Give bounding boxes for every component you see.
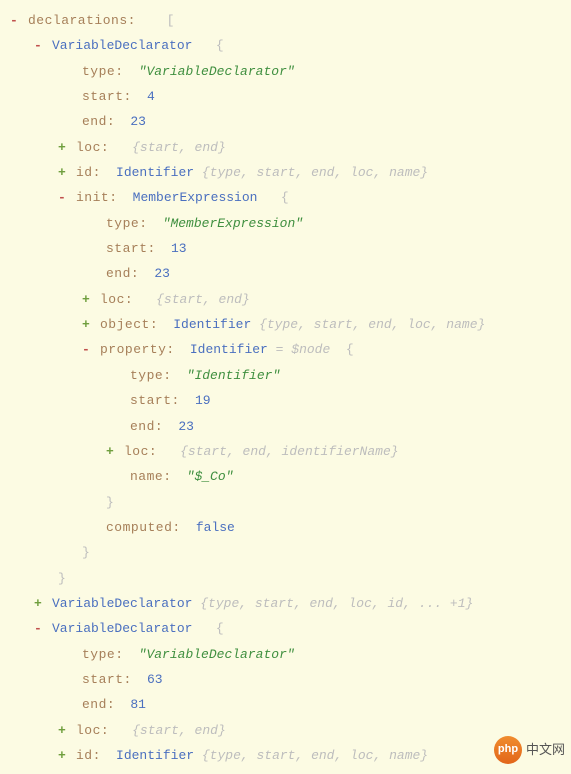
plus-icon[interactable]: + <box>58 718 66 743</box>
plus-icon[interactable]: + <box>82 312 90 337</box>
node-type: VariableDeclarator <box>52 616 192 641</box>
tree-row: } <box>10 566 561 591</box>
collapsed-preview: {type, start, end, loc, name} <box>202 160 428 185</box>
collapsed-preview: {start, end} <box>132 135 226 160</box>
node-type: Identifier <box>116 743 194 768</box>
number-value: 19 <box>195 388 211 413</box>
tree-row[interactable]: - VariableDeclarator { <box>10 616 561 641</box>
plus-icon[interactable]: + <box>82 287 90 312</box>
watermark-text: 中文网 <box>526 737 565 762</box>
tree-row[interactable]: end: 23 <box>10 414 561 439</box>
tree-row[interactable]: + loc: {start, end} <box>10 135 561 160</box>
tree-row[interactable]: type: "VariableDeclarator" <box>10 59 561 84</box>
node-type: VariableDeclarator <box>52 33 192 58</box>
node-type: VariableDeclarator <box>52 591 192 616</box>
tree-row[interactable]: - declarations: [ <box>10 8 561 33</box>
tree-row[interactable]: - property: Identifier = $node { <box>10 337 561 362</box>
node-type: MemberExpression <box>133 185 258 210</box>
node-type: MemberExpression <box>124 768 249 774</box>
brace-close: } <box>58 566 66 591</box>
tree-row[interactable]: + VariableDeclarator {type, start, end, … <box>10 591 561 616</box>
bracket-open: [ <box>167 8 175 33</box>
string-value: "VariableDeclarator" <box>139 59 295 84</box>
string-value: "VariableDeclarator" <box>139 642 295 667</box>
number-value: 23 <box>154 261 170 286</box>
tree-row[interactable]: + id: Identifier {type, start, end, loc,… <box>10 160 561 185</box>
number-value: 23 <box>178 414 194 439</box>
number-value: 23 <box>130 109 146 134</box>
tree-row[interactable]: + loc: {start, end, identifierName} <box>10 439 561 464</box>
brace-close: } <box>82 540 90 565</box>
minus-icon[interactable]: - <box>34 616 42 641</box>
collapsed-preview: {type, start, end, loc, name} <box>259 312 485 337</box>
node-tag: = $node <box>268 337 346 362</box>
node-type: Identifier <box>116 160 194 185</box>
string-value: "MemberExpression" <box>163 211 303 236</box>
tree-row[interactable]: - init: MemberExpression { <box>10 185 561 210</box>
watermark-logo: php <box>494 736 522 764</box>
minus-icon[interactable]: - <box>82 337 90 362</box>
number-value: 81 <box>130 692 146 717</box>
tree-row[interactable]: type: "MemberExpression" <box>10 211 561 236</box>
string-value: "Identifier" <box>187 363 281 388</box>
collapsed-preview: {type, start, end, loc, object, ... +2} <box>257 768 561 774</box>
tree-row[interactable]: - VariableDeclarator { <box>10 33 561 58</box>
node-type: Identifier <box>173 312 251 337</box>
tree-row[interactable]: start: 13 <box>10 236 561 261</box>
tree-row[interactable]: + id: Identifier {type, start, end, loc,… <box>10 743 561 768</box>
tree-row[interactable]: end: 81 <box>10 692 561 717</box>
tree-row[interactable]: start: 63 <box>10 667 561 692</box>
brace-close: } <box>106 490 114 515</box>
number-value: 4 <box>147 84 155 109</box>
tree-row[interactable]: type: "VariableDeclarator" <box>10 642 561 667</box>
collapsed-preview: {start, end} <box>156 287 250 312</box>
collapsed-preview: {start, end} <box>132 718 226 743</box>
minus-icon[interactable]: - <box>34 33 42 58</box>
minus-icon[interactable]: - <box>58 185 66 210</box>
string-value: "$_Co" <box>187 464 234 489</box>
tree-row[interactable]: + object: Identifier {type, start, end, … <box>10 312 561 337</box>
number-value: 63 <box>147 667 163 692</box>
ast-tree-view: - declarations: [ - VariableDeclarator {… <box>0 0 571 774</box>
tree-row[interactable]: name: "$_Co" <box>10 464 561 489</box>
tree-row: } <box>10 540 561 565</box>
plus-icon[interactable]: + <box>58 135 66 160</box>
tree-row[interactable]: end: 23 <box>10 109 561 134</box>
tree-row[interactable]: start: 4 <box>10 84 561 109</box>
tree-row[interactable]: + loc: {start, end} <box>10 287 561 312</box>
tree-row[interactable]: start: 19 <box>10 388 561 413</box>
bool-value: false <box>196 515 235 540</box>
tree-row[interactable]: end: 23 <box>10 261 561 286</box>
collapsed-preview: {type, start, end, loc, id, ... +1} <box>200 591 473 616</box>
node-type: Identifier <box>190 337 268 362</box>
tree-row[interactable]: + init: MemberExpression {type, start, e… <box>10 768 561 774</box>
tree-row[interactable]: type: "Identifier" <box>10 363 561 388</box>
watermark: php 中文网 <box>494 736 565 764</box>
plus-icon[interactable]: + <box>58 160 66 185</box>
tree-row[interactable]: + loc: {start, end} <box>10 718 561 743</box>
collapsed-preview: {type, start, end, loc, name} <box>202 743 428 768</box>
tree-row: } <box>10 490 561 515</box>
minus-icon[interactable]: - <box>10 8 18 33</box>
number-value: 13 <box>171 236 187 261</box>
plus-icon[interactable]: + <box>34 591 42 616</box>
plus-icon[interactable]: + <box>58 768 66 774</box>
plus-icon[interactable]: + <box>58 743 66 768</box>
collapsed-preview: {start, end, identifierName} <box>180 439 398 464</box>
tree-row[interactable]: computed: false <box>10 515 561 540</box>
key-declarations: declarations <box>28 8 128 33</box>
plus-icon[interactable]: + <box>106 439 114 464</box>
